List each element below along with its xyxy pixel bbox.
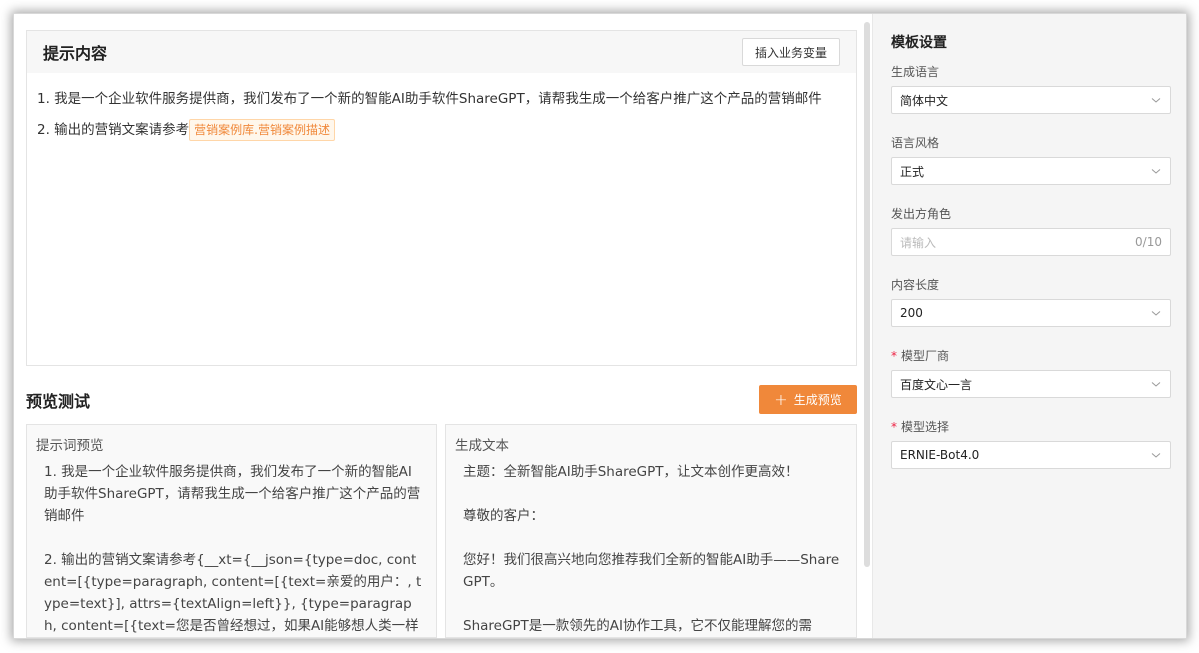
prompt-editor[interactable]: 1. 我是一个企业软件服务提供商，我们发布了一个新的智能AI助手软件ShareG… xyxy=(27,73,856,142)
language-label: 生成语言 xyxy=(891,65,940,79)
chevron-down-icon xyxy=(1151,453,1161,458)
prompt-preview-box: 提示词预览 1. 我是一个企业软件服务提供商，我们发布了一个新的智能AI助手软件… xyxy=(26,424,437,638)
vendor-field: * 模型厂商 百度文心一言 xyxy=(891,348,1171,398)
vendor-select[interactable]: 百度文心一言 xyxy=(891,370,1171,398)
length-label: 内容长度 xyxy=(891,278,940,292)
prompt-header: 提示内容 插入业务变量 xyxy=(27,31,856,73)
length-select[interactable]: 200 xyxy=(891,299,1171,327)
model-value: ERNIE-Bot4.0 xyxy=(900,448,980,462)
prompt-title: 提示内容 xyxy=(43,44,108,63)
style-label: 语言风格 xyxy=(891,136,940,150)
generated-text: 主题：全新智能AI助手ShareGPT，让文本创作更高效！ 尊敬的客户： 您好！… xyxy=(463,464,840,634)
role-label: 发出方角色 xyxy=(891,207,952,221)
prompt-preview-text: 1. 我是一个企业软件服务提供商，我们发布了一个新的智能AI助手软件ShareG… xyxy=(44,464,422,634)
generate-preview-button[interactable]: + 生成预览 xyxy=(759,385,857,414)
vendor-label: 模型厂商 xyxy=(901,349,950,363)
prompt-panel: 提示内容 插入业务变量 1. 我是一个企业软件服务提供商，我们发布了一个新的智能… xyxy=(26,30,857,366)
generate-preview-label: 生成预览 xyxy=(793,393,842,407)
preview-title: 预览测试 xyxy=(26,392,91,411)
settings-title: 模板设置 xyxy=(891,35,947,51)
chevron-down-icon xyxy=(1151,98,1161,103)
model-field: * 模型选择 ERNIE-Bot4.0 xyxy=(891,419,1171,469)
model-select[interactable]: ERNIE-Bot4.0 xyxy=(891,441,1171,469)
language-field: 生成语言 简体中文 xyxy=(891,64,1171,114)
vendor-value: 百度文心一言 xyxy=(900,377,973,392)
main-scrollbar[interactable] xyxy=(864,22,870,567)
vendor-label-row: * 模型厂商 xyxy=(891,348,1171,364)
template-settings-panel: 模板设置 生成语言 简体中文 语言风格 正式 发出方角色 请输入 0/10 内容… xyxy=(872,14,1186,638)
generated-text-header: 生成文本 xyxy=(455,438,509,454)
role-placeholder: 请输入 xyxy=(900,235,937,250)
language-select[interactable]: 简体中文 xyxy=(891,86,1171,114)
prompt-line-2-text: 2. 输出的营销文案请参考 xyxy=(37,122,190,138)
prompt-preview-header: 提示词预览 xyxy=(36,438,104,454)
required-mark: * xyxy=(891,420,897,434)
length-value: 200 xyxy=(900,306,923,320)
model-label-row: * 模型选择 xyxy=(891,419,1171,435)
role-char-counter: 0/10 xyxy=(1135,235,1162,249)
model-label: 模型选择 xyxy=(901,420,950,434)
length-field: 内容长度 200 xyxy=(891,277,1171,327)
required-mark: * xyxy=(891,349,897,363)
app-window: 提示内容 插入业务变量 1. 我是一个企业软件服务提供商，我们发布了一个新的智能… xyxy=(14,14,1186,638)
style-value: 正式 xyxy=(900,164,925,179)
style-field: 语言风格 正式 xyxy=(891,135,1171,185)
generated-text-box: 生成文本 主题：全新智能AI助手ShareGPT，让文本创作更高效！ 尊敬的客户… xyxy=(445,424,857,638)
insert-variable-button[interactable]: 插入业务变量 xyxy=(741,38,840,66)
variable-tag[interactable]: 营销案例库.营销案例描述 xyxy=(189,119,335,141)
role-field: 发出方角色 请输入 0/10 xyxy=(891,206,1171,256)
role-input[interactable]: 请输入 0/10 xyxy=(891,228,1171,256)
chevron-down-icon xyxy=(1151,382,1161,387)
chevron-down-icon xyxy=(1151,169,1161,174)
chevron-down-icon xyxy=(1151,311,1161,316)
plus-icon: + xyxy=(774,389,788,409)
prompt-line-1: 1. 我是一个企业软件服务提供商，我们发布了一个新的智能AI助手软件ShareG… xyxy=(37,91,822,107)
language-value: 简体中文 xyxy=(900,93,949,108)
prompt-line-2: 2. 输出的营销文案请参考 营销案例库.营销案例描述 xyxy=(37,118,846,142)
style-select[interactable]: 正式 xyxy=(891,157,1171,185)
